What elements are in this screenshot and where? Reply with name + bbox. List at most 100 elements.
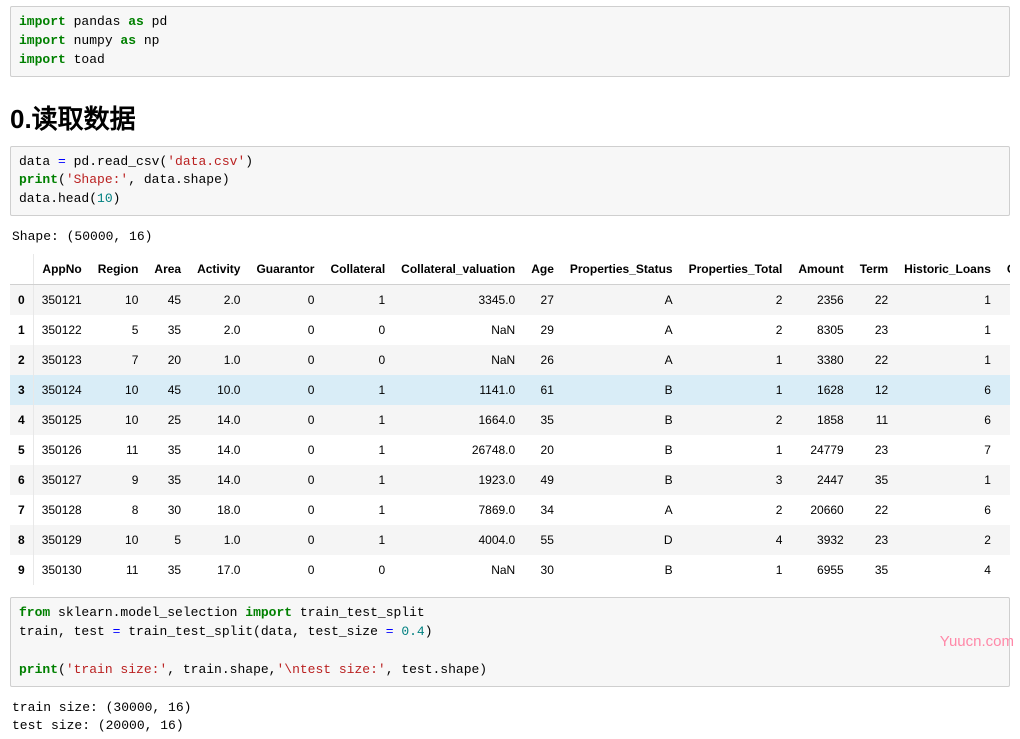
col-header: Activity	[189, 254, 248, 285]
num-04: 0.4	[401, 624, 424, 639]
col-header: Current_	[999, 254, 1010, 285]
str-test-size: '\ntest size:'	[276, 662, 385, 677]
cell-value: 18.0	[189, 495, 248, 525]
cell-value: 7	[90, 345, 147, 375]
cell-value: 14.0	[189, 435, 248, 465]
table-row[interactable]: 3350124104510.0011141.061B11628126	[10, 375, 1010, 405]
section-heading: 0.读取数据	[10, 99, 1010, 136]
cell-value: 23	[852, 315, 896, 345]
kw-import: import	[245, 605, 292, 620]
cell-value: 35	[146, 465, 189, 495]
cell-value: 0	[248, 525, 322, 555]
cell-value	[999, 495, 1010, 525]
cell-value: 10	[90, 405, 147, 435]
arg-train: , train.shape,	[167, 662, 276, 677]
kw-import: import	[19, 14, 66, 29]
cell-value: 1664.0	[393, 405, 523, 435]
cell-value: 30	[523, 555, 562, 585]
cell-value: 1	[681, 345, 791, 375]
cell-value: 14.0	[189, 405, 248, 435]
cell-value: 0	[248, 495, 322, 525]
cell-value: 350125	[33, 405, 90, 435]
cell-value: 8305	[790, 315, 851, 345]
table-row[interactable]: 9350130113517.000NaN30B16955354	[10, 555, 1010, 585]
cell-value: 350128	[33, 495, 90, 525]
cell-value: 2	[681, 315, 791, 345]
table-row[interactable]: 4350125102514.0011664.035B21858116	[10, 405, 1010, 435]
cell-value: 26	[523, 345, 562, 375]
dataframe-table: AppNoRegionAreaActivityGuarantorCollater…	[10, 254, 1010, 585]
table-row[interactable]: 735012883018.0017869.034A220660226	[10, 495, 1010, 525]
cell-value: 23	[852, 435, 896, 465]
cell-value: 27	[523, 285, 562, 316]
cell-value: 10	[90, 285, 147, 316]
fn-print: print	[19, 172, 58, 187]
cell-value: 350127	[33, 465, 90, 495]
col-header: Amount	[790, 254, 851, 285]
col-header: Region	[90, 254, 147, 285]
cell-value: 24779	[790, 435, 851, 465]
cell-value: 2	[681, 285, 791, 316]
dataframe-scroll[interactable]: AppNoRegionAreaActivityGuarantorCollater…	[10, 254, 1010, 585]
cell-value: 1.0	[189, 525, 248, 555]
output-split: train size: (30000, 16) test size: (2000…	[10, 693, 1010, 739]
str-shape: 'Shape:'	[66, 172, 128, 187]
cell-value: 55	[523, 525, 562, 555]
call-readcsv: pd.read_csv(	[66, 154, 167, 169]
cell-value	[999, 285, 1010, 316]
cell-value: 1	[322, 495, 393, 525]
code-cell-split: from sklearn.model_selection import trai…	[10, 597, 1010, 686]
table-row[interactable]: 83501291051.0014004.055D43932232	[10, 525, 1010, 555]
cell-value: 1	[322, 525, 393, 555]
cell-value: D	[562, 525, 681, 555]
cell-value: 3380	[790, 345, 851, 375]
cell-value: 22	[852, 495, 896, 525]
cell-value	[999, 405, 1010, 435]
alias-pd: pd	[144, 14, 167, 29]
cell-value: 20	[146, 345, 189, 375]
col-header: Collateral	[322, 254, 393, 285]
row-index: 3	[10, 375, 33, 405]
cell-value: 10.0	[189, 375, 248, 405]
cell-value: 6	[896, 495, 999, 525]
cell-value: 9	[90, 465, 147, 495]
cell-value: 1	[896, 285, 999, 316]
table-row[interactable]: 5350126113514.00126748.020B124779237	[10, 435, 1010, 465]
cell-value: 1	[896, 345, 999, 375]
cell-value: 11	[90, 435, 147, 465]
cell-value: 4	[681, 525, 791, 555]
table-row[interactable]: 13501225352.000NaN29A28305231	[10, 315, 1010, 345]
table-row[interactable]: 035012110452.0013345.027A22356221	[10, 285, 1010, 316]
cell-value: 12	[852, 375, 896, 405]
row-index: 9	[10, 555, 33, 585]
cell-value: 350122	[33, 315, 90, 345]
cell-value: A	[562, 345, 681, 375]
paren-open: (	[58, 172, 66, 187]
paren-close: )	[425, 624, 433, 639]
cell-value: 350126	[33, 435, 90, 465]
fn-print: print	[19, 662, 58, 677]
cell-value: 61	[523, 375, 562, 405]
call-head: data.head(	[19, 191, 97, 206]
cell-value	[999, 345, 1010, 375]
cell-value: 0	[248, 375, 322, 405]
cell-value: 6	[896, 405, 999, 435]
cell-value: 35	[523, 405, 562, 435]
table-row[interactable]: 23501237201.000NaN26A13380221	[10, 345, 1010, 375]
cell-value: 3345.0	[393, 285, 523, 316]
fn-tts: train_test_split	[292, 605, 425, 620]
col-header: Guarantor	[248, 254, 322, 285]
cell-value	[999, 555, 1010, 585]
alias-np: np	[136, 33, 159, 48]
cell-value: 350121	[33, 285, 90, 316]
cell-value: 1	[322, 285, 393, 316]
cell-value: 3	[681, 465, 791, 495]
cell-value: B	[562, 435, 681, 465]
cell-value: 35	[146, 555, 189, 585]
table-row[interactable]: 635012793514.0011923.049B32447351	[10, 465, 1010, 495]
cell-value: B	[562, 555, 681, 585]
cell-value: 7	[896, 435, 999, 465]
cell-value: 34	[523, 495, 562, 525]
col-header: AppNo	[33, 254, 90, 285]
col-header: Properties_Total	[681, 254, 791, 285]
